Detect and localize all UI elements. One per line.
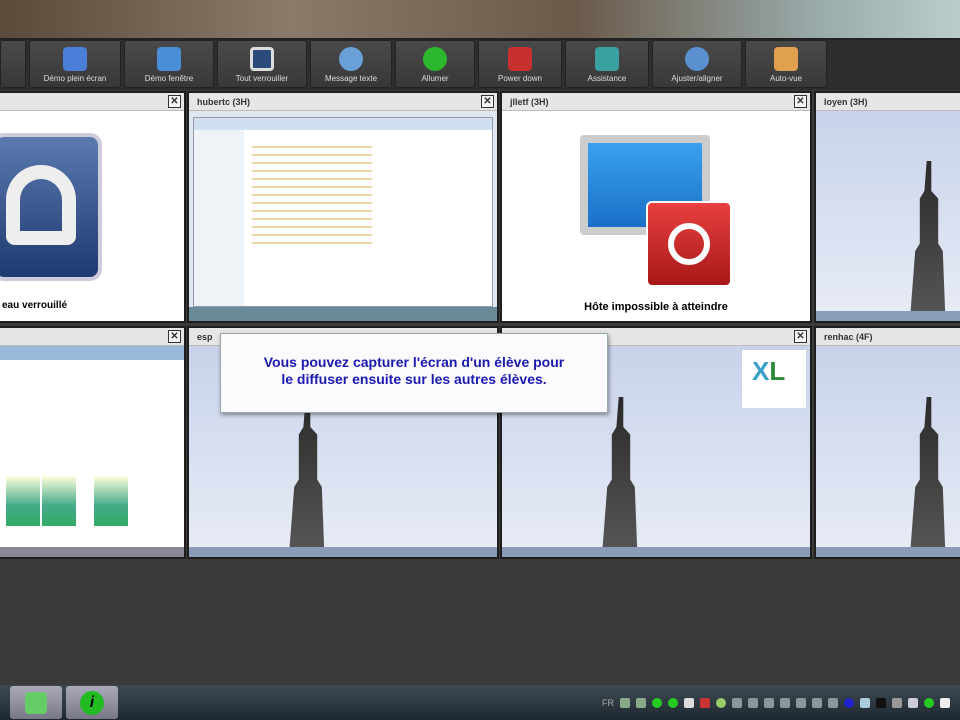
statue-image <box>910 161 946 311</box>
statue-image <box>289 397 325 547</box>
magnifier-icon <box>685 47 709 71</box>
tray-icon[interactable] <box>684 697 694 708</box>
tile-title: ✕ <box>0 93 184 111</box>
tray-icon[interactable] <box>860 697 870 708</box>
tray-icon[interactable] <box>892 697 902 708</box>
statue-image <box>910 397 946 547</box>
tile-title: ✕ <box>0 328 184 346</box>
student-tile[interactable]: renhac (4F) <box>814 326 960 559</box>
student-tile[interactable]: jlletf (3H) ✕ Hôte impossible à atteindre <box>500 91 812 323</box>
power-on-button[interactable]: Allumer <box>395 40 475 88</box>
network-icon <box>25 691 47 714</box>
tray-icon[interactable] <box>796 697 806 708</box>
tile-title: renhac (4F) <box>816 328 960 346</box>
tile-title: loyen (3H) <box>816 93 960 111</box>
language-indicator[interactable]: FR <box>602 698 614 708</box>
button-label: Power down <box>497 74 543 83</box>
flag-icon[interactable] <box>940 697 950 708</box>
button-label: Message texte <box>324 74 378 83</box>
close-icon[interactable]: ✕ <box>168 95 181 108</box>
system-tray: FR <box>602 697 950 708</box>
tile-name: loyen (3H) <box>824 97 868 107</box>
lock-icon <box>250 47 274 71</box>
taskbar-app-info[interactable]: i <box>66 686 118 719</box>
close-icon[interactable]: ✕ <box>168 330 181 343</box>
close-icon[interactable]: ✕ <box>794 95 807 108</box>
demo-window-icon <box>157 47 181 71</box>
tile-name: hubertc (3H) <box>197 97 251 107</box>
desktop-thumbnail <box>816 111 960 321</box>
tooltip-line: le diffuser ensuite sur les autres élève… <box>281 371 547 387</box>
statue-image <box>602 397 638 547</box>
tile-caption: Hôte impossible à atteindre <box>584 301 728 313</box>
background-window-strip <box>0 0 960 40</box>
tray-icon[interactable] <box>716 697 726 708</box>
tray-icon[interactable] <box>812 697 822 708</box>
tooltip: Vous pouvez capturer l'écran d'un élève … <box>220 333 608 413</box>
tray-icon[interactable] <box>924 697 934 708</box>
taskbar-app-network[interactable] <box>10 686 62 719</box>
taskbar: i FR <box>0 685 960 720</box>
power-on-icon <box>423 47 447 71</box>
auto-view-button[interactable]: Auto-vue <box>745 40 827 88</box>
message-icon <box>339 47 363 71</box>
tray-icon[interactable] <box>908 697 918 708</box>
power-down-icon <box>508 47 532 71</box>
button-label: Allumer <box>421 74 449 83</box>
tray-icon[interactable] <box>780 697 790 708</box>
power-down-button[interactable]: Power down <box>478 40 562 88</box>
student-tile[interactable]: hubertc (3H) ✕ <box>187 91 499 323</box>
webpage-thumbnail <box>0 346 184 557</box>
lock-all-button[interactable]: Tout verrouiller <box>217 40 307 88</box>
student-tile[interactable]: ✕ eau verrouillé <box>0 91 186 323</box>
tray-icon[interactable] <box>700 697 710 708</box>
explorer-window <box>193 117 493 307</box>
tile-name: renhac (4F) <box>824 332 873 342</box>
tray-icon[interactable] <box>764 697 774 708</box>
button-label: Tout verrouiller <box>235 74 289 83</box>
unreachable-host: Hôte impossible à atteindre <box>502 111 810 321</box>
lock-icon <box>0 133 102 281</box>
tray-icon[interactable] <box>668 697 678 708</box>
student-tile[interactable]: loyen (3H) <box>814 91 960 323</box>
close-icon[interactable]: ✕ <box>794 330 807 343</box>
demo-fullscreen-button[interactable]: Démo plein écran <box>29 40 121 88</box>
tile-title: hubertc (3H) ✕ <box>189 93 497 111</box>
auto-view-icon <box>774 47 798 71</box>
button-label: Démo plein écran <box>43 74 107 83</box>
tile-title: jlletf (3H) ✕ <box>502 93 810 111</box>
tile-caption: eau verrouillé <box>2 300 68 311</box>
student-tile[interactable]: ✕ <box>0 326 186 559</box>
tray-icon[interactable] <box>620 697 630 708</box>
tray-icon[interactable] <box>844 697 854 708</box>
info-icon: i <box>80 690 104 715</box>
button-label: Auto-vue <box>769 74 803 83</box>
tray-icon[interactable] <box>748 697 758 708</box>
desktop-thumbnail <box>816 346 960 557</box>
text-message-button[interactable]: Message texte <box>310 40 392 88</box>
adjust-align-button[interactable]: Ajuster/aligner <box>652 40 742 88</box>
locked-screen: eau verrouillé <box>0 111 184 321</box>
button-label: Démo fenêtre <box>144 74 194 83</box>
xl-logo: XL <box>742 350 806 408</box>
tray-icon[interactable] <box>636 697 646 708</box>
button-label: Assistance <box>587 74 627 83</box>
demo-fullscreen-icon <box>63 47 87 71</box>
tray-icon[interactable] <box>828 697 838 708</box>
toolbar-button-menu[interactable] <box>0 40 26 88</box>
button-label: Ajuster/aligner <box>671 74 723 83</box>
tile-name: jlletf (3H) <box>510 97 549 107</box>
assistance-button[interactable]: Assistance <box>565 40 649 88</box>
tray-icon[interactable] <box>652 697 662 708</box>
assistance-icon <box>595 47 619 71</box>
tile-name: esp <box>197 332 213 342</box>
demo-window-button[interactable]: Démo fenêtre <box>124 40 214 88</box>
close-icon[interactable]: ✕ <box>481 95 494 108</box>
screen-thumbnail <box>189 111 497 321</box>
power-down-icon <box>646 201 732 287</box>
tooltip-line: Vous pouvez capturer l'écran d'un élève … <box>263 354 565 370</box>
tray-icon[interactable] <box>732 697 742 708</box>
toolbar: Démo plein écran Démo fenêtre Tout verro… <box>0 40 960 90</box>
tray-icon[interactable] <box>876 697 886 708</box>
